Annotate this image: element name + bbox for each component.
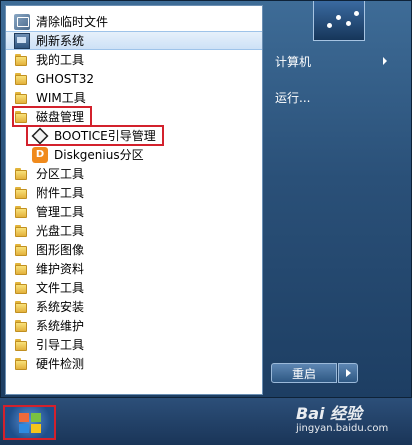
menu-folder-my-tools[interactable]: 我的工具 — [6, 50, 262, 69]
menu-item-label: 刷新系统 — [36, 34, 85, 48]
folder-icon — [14, 166, 30, 182]
computer-link[interactable]: 计算机 — [275, 53, 401, 71]
restart-button[interactable]: 重启 — [271, 363, 337, 383]
menu-item-label: 硬件检测 — [36, 357, 85, 371]
decor-dot — [346, 21, 351, 26]
computer-label: 计算机 — [275, 55, 312, 69]
start-menu: 清除临时文件 刷新系统 我的工具 GHOST32 WIM工具 磁盘管理 BOOT… — [0, 0, 412, 398]
folder-icon — [14, 71, 30, 87]
menu-folder-ghost32[interactable]: GHOST32 — [6, 69, 262, 88]
menu-folder-boot-tools[interactable]: 引导工具 — [6, 335, 262, 354]
menu-item-label: 维护资料 — [36, 262, 85, 276]
menu-folder-graphics[interactable]: 图形图像 — [6, 240, 262, 259]
folder-icon — [14, 299, 30, 315]
programs-pane: 清除临时文件 刷新系统 我的工具 GHOST32 WIM工具 磁盘管理 BOOT… — [5, 5, 263, 395]
folder-icon — [14, 52, 30, 68]
shutdown-options-button[interactable] — [338, 363, 358, 383]
menu-item-label: 文件工具 — [36, 281, 85, 295]
menu-item-label: 系统维护 — [36, 319, 85, 333]
menu-item-label: GHOST32 — [36, 71, 94, 86]
restart-label: 重启 — [291, 366, 316, 381]
cleanup-icon — [14, 13, 30, 30]
menu-item-label: 光盘工具 — [36, 224, 85, 238]
menu-item-label: 我的工具 — [36, 53, 85, 67]
folder-icon — [14, 261, 30, 277]
folder-icon — [14, 204, 30, 220]
menu-item-label: WIM工具 — [36, 91, 86, 105]
menu-item-clear-temp[interactable]: 清除临时文件 — [6, 12, 262, 31]
menu-folder-partition-tools[interactable]: 分区工具 — [6, 164, 262, 183]
menu-folder-admin-tools[interactable]: 管理工具 — [6, 202, 262, 221]
menu-folder-wim-tools[interactable]: WIM工具 — [6, 88, 262, 107]
folder-icon — [14, 242, 30, 258]
decor-dot — [327, 23, 332, 28]
start-button[interactable] — [3, 405, 56, 440]
decor-dot — [336, 15, 341, 20]
menu-folder-file-tools[interactable]: 文件工具 — [6, 278, 262, 297]
menu-item-label: 清除临时文件 — [36, 15, 109, 29]
menu-folder-accessories[interactable]: 附件工具 — [6, 183, 262, 202]
chevron-right-icon — [383, 57, 387, 65]
menu-item-diskgenius[interactable]: D Diskgenius分区 — [6, 145, 262, 164]
diskgenius-icon: D — [32, 146, 48, 163]
menu-item-label: 管理工具 — [36, 205, 85, 219]
refresh-system-icon — [14, 32, 30, 49]
folder-icon — [14, 223, 30, 239]
menu-item-label: 附件工具 — [36, 186, 85, 200]
menu-folder-disc-tools[interactable]: 光盘工具 — [6, 221, 262, 240]
decor-dot — [354, 11, 359, 16]
run-link[interactable]: 运行... — [275, 89, 310, 106]
menu-item-label: Diskgenius分区 — [54, 148, 144, 162]
menu-folder-system-maintenance[interactable]: 系统维护 — [6, 316, 262, 335]
menu-folder-system-install[interactable]: 系统安装 — [6, 297, 262, 316]
folder-icon — [14, 90, 30, 106]
windows-logo-icon — [19, 413, 41, 433]
folder-icon — [14, 337, 30, 353]
folder-icon — [14, 356, 30, 372]
folder-icon — [14, 280, 30, 296]
menu-folder-maintenance-docs[interactable]: 维护资料 — [6, 259, 262, 278]
baidu-jingyan-watermark: Bai 经验 — [296, 404, 363, 423]
folder-icon — [14, 185, 30, 201]
highlight-box-bootice — [26, 125, 164, 146]
menu-item-label: 引导工具 — [36, 338, 85, 352]
menu-item-refresh-system[interactable]: 刷新系统 — [6, 31, 262, 50]
menu-item-label: 系统安装 — [36, 300, 85, 314]
user-picture-tile[interactable] — [313, 1, 365, 41]
highlight-box-disk-management — [12, 106, 92, 127]
menu-item-label: 分区工具 — [36, 167, 85, 181]
menu-item-label: 图形图像 — [36, 243, 85, 257]
menu-folder-hardware-check[interactable]: 硬件检测 — [6, 354, 262, 373]
run-label: 运行... — [275, 91, 311, 105]
folder-icon — [14, 318, 30, 334]
watermark-url: jingyan.baidu.com — [296, 423, 389, 434]
